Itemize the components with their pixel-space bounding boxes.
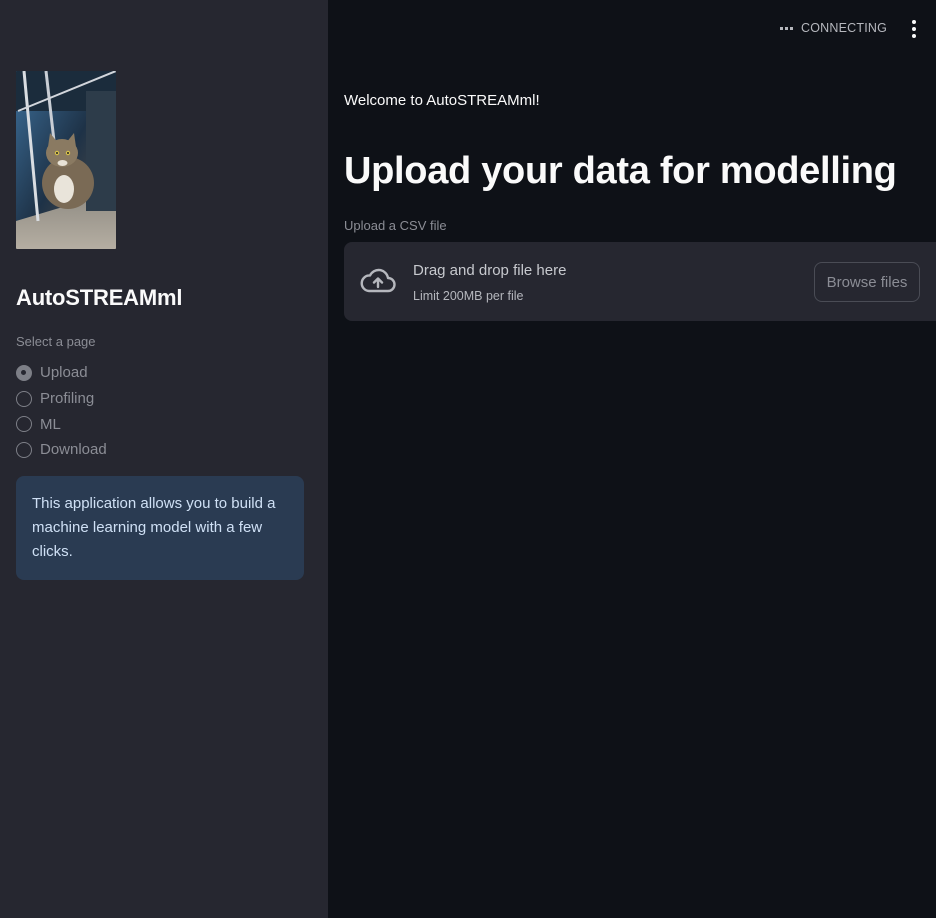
welcome-text: Welcome to AutoSTREAMml! [344, 92, 540, 109]
radio-unchecked-icon[interactable] [16, 441, 32, 458]
main-menu-button[interactable] [904, 18, 924, 40]
radio-option-label: Upload [40, 364, 88, 382]
browse-files-button[interactable]: Browse files [814, 262, 920, 302]
file-dropzone[interactable]: Drag and drop file here Limit 200MB per … [344, 242, 936, 321]
radio-option-profiling[interactable]: Profiling [16, 386, 107, 412]
radio-option-ml[interactable]: ML [16, 411, 107, 437]
info-alert: This application allows you to build a m… [16, 476, 304, 580]
cloud-upload-icon [360, 268, 396, 293]
page-select-label: Select a page [16, 334, 96, 349]
radio-unchecked-icon[interactable] [16, 390, 32, 407]
radio-option-label: Profiling [40, 390, 95, 408]
radio-option-label: ML [40, 415, 61, 433]
radio-option-upload[interactable]: Upload [16, 360, 107, 386]
page-title: Upload your data for modelling [344, 150, 897, 192]
radio-option-label: Download [40, 441, 107, 459]
connection-status: CONNECTING [780, 21, 887, 35]
connection-status-text: CONNECTING [801, 21, 888, 35]
radio-checked-icon[interactable] [16, 364, 32, 381]
radio-unchecked-icon[interactable] [16, 416, 32, 433]
app-root: AutoSTREAMml Select a page Upload Profil… [0, 0, 936, 918]
sidebar-title: AutoSTREAMml [16, 285, 183, 310]
cat-image [16, 71, 116, 249]
sidebar: AutoSTREAMml Select a page Upload Profil… [0, 0, 328, 918]
connecting-dots-icon [780, 26, 793, 30]
kebab-dot [912, 34, 916, 38]
kebab-dot [912, 27, 916, 31]
kebab-menu-icon [912, 20, 916, 24]
page-radio-group: Upload Profiling ML Download [16, 360, 107, 463]
dropzone-limit: Limit 200MB per file [413, 289, 524, 303]
dropzone-instructions: Drag and drop file here [413, 262, 567, 279]
radio-option-download[interactable]: Download [16, 437, 107, 463]
file-uploader-label: Upload a CSV file [344, 218, 447, 233]
